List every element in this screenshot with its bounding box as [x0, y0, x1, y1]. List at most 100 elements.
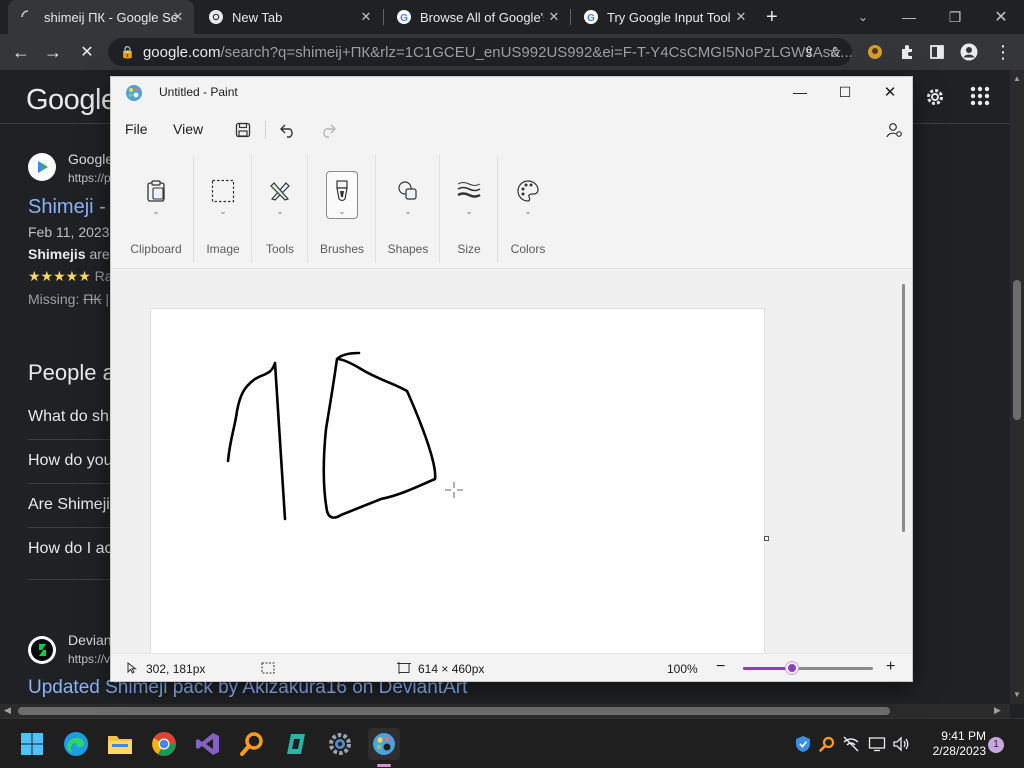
close-tab-icon[interactable]: ✕: [733, 9, 749, 25]
stop-loading-icon[interactable]: ✕: [74, 39, 100, 65]
display-icon[interactable]: [868, 735, 886, 753]
scrollbar-thumb[interactable]: [1013, 280, 1021, 420]
result-snippet: Shimejis are: [28, 246, 110, 262]
settings-taskbar-icon[interactable]: [324, 728, 356, 760]
back-arrow-icon[interactable]: ←: [8, 39, 34, 65]
chrome-taskbar-icon[interactable]: [148, 728, 180, 760]
tab-search-chevron-icon[interactable]: ⌄: [840, 0, 886, 34]
chevron-down-icon: ⌄: [219, 206, 227, 216]
notification-badge[interactable]: 1: [988, 737, 1004, 753]
page-horizontal-scrollbar[interactable]: ◀ ▶: [0, 704, 1010, 718]
zoom-slider[interactable]: [743, 662, 873, 674]
profile-icon[interactable]: [958, 41, 980, 63]
result-title-link[interactable]: Shimeji -: [28, 196, 106, 219]
file-explorer-icon[interactable]: [104, 728, 136, 760]
edge-browser-icon[interactable]: [60, 728, 92, 760]
ribbon-group-clipboard[interactable]: ⌄ Clipboard: [119, 149, 193, 261]
close-tab-icon[interactable]: ✕: [546, 9, 562, 25]
share-icon[interactable]: ⇪: [798, 41, 820, 63]
paint-window-title: Untitled - Paint: [159, 85, 238, 99]
close-window-icon[interactable]: ✕: [978, 0, 1024, 34]
menu-file[interactable]: File: [125, 121, 148, 137]
scroll-up-icon[interactable]: ▲: [1013, 74, 1021, 83]
minimize-icon[interactable]: —: [886, 0, 932, 34]
apps-grid-icon[interactable]: [970, 86, 990, 111]
paint-app-icon: [125, 84, 143, 102]
shapes-icon: [392, 175, 424, 207]
chrome-toolbar: ← → ✕ 🔒 google.com/search?q=shimeij+ПК&r…: [0, 34, 1024, 70]
account-settings-icon[interactable]: [883, 119, 905, 141]
scrollbar-thumb[interactable]: [18, 707, 890, 715]
tab-new-tab[interactable]: New Tab ✕: [196, 0, 382, 34]
network-disconnected-icon[interactable]: [842, 735, 860, 753]
close-tab-icon[interactable]: ✕: [358, 9, 374, 25]
google-logo[interactable]: Google: [26, 84, 117, 117]
ribbon-group-colors[interactable]: ⌄ Colors: [499, 149, 557, 261]
ribbon-group-size[interactable]: ⌄ Size: [441, 149, 497, 261]
side-panel-icon[interactable]: [926, 41, 948, 63]
save-icon[interactable]: [232, 119, 254, 141]
result-url[interactable]: https://p: [68, 171, 111, 185]
extension-avatar-icon[interactable]: [864, 41, 886, 63]
zoom-in-icon[interactable]: +: [886, 658, 895, 676]
missing-term: ПК: [83, 291, 102, 307]
tab-title: New Tab: [232, 9, 283, 25]
redo-icon[interactable]: [317, 119, 339, 141]
settings-gear-icon[interactable]: [924, 86, 946, 113]
green-app-icon[interactable]: [280, 728, 312, 760]
tab-browse-google[interactable]: G Browse All of Google's ✕: [384, 0, 570, 34]
zoom-slider-thumb[interactable]: [786, 662, 799, 674]
page-vertical-scrollbar[interactable]: ▲ ▼: [1010, 70, 1024, 704]
question-item[interactable]: How do I ac: [28, 540, 112, 558]
extensions-puzzle-icon[interactable]: [896, 41, 918, 63]
canvas-scrollbar[interactable]: [902, 284, 905, 532]
scroll-right-icon[interactable]: ▶: [994, 705, 1001, 716]
search-tray-icon[interactable]: [818, 735, 836, 753]
tab-input-tools[interactable]: G Try Google Input Tools ✕: [571, 0, 757, 34]
result-missing: Missing: ПК |: [28, 291, 109, 307]
question-item[interactable]: What do shi: [28, 408, 112, 426]
zoom-out-icon[interactable]: −: [716, 658, 725, 676]
chrome-menu-icon[interactable]: ⋮: [992, 41, 1014, 63]
tab-search-results[interactable]: shimeij ПК - Google Se ✕: [8, 0, 194, 34]
close-tab-icon[interactable]: ✕: [170, 9, 186, 25]
volume-icon[interactable]: [892, 735, 910, 753]
paint-taskbar-icon[interactable]: [368, 728, 400, 760]
pointer-icon: [127, 661, 137, 677]
ribbon-label: Brushes: [319, 242, 365, 256]
address-bar[interactable]: 🔒 google.com/search?q=shimeij+ПК&rlz=1C1…: [108, 38, 852, 66]
restore-icon[interactable]: ❐: [932, 0, 978, 34]
chrome-tab-strip: shimeij ПК - Google Se ✕ New Tab ✕ G Bro…: [0, 0, 1024, 34]
start-windows-icon[interactable]: [16, 728, 48, 760]
new-tab-button[interactable]: +: [762, 0, 792, 34]
select-rectangle-icon: [207, 175, 239, 207]
undo-icon[interactable]: [277, 119, 299, 141]
chevron-down-icon: ⌄: [465, 206, 473, 216]
bookmark-star-icon[interactable]: ☆: [824, 41, 846, 63]
system-clock[interactable]: 9:41 PM 2/28/2023: [922, 729, 986, 759]
paint-canvas[interactable]: [150, 308, 765, 653]
canvas-resize-handle[interactable]: [764, 536, 769, 541]
ribbon-label: Image: [206, 242, 240, 256]
ribbon-label: Colors: [510, 242, 546, 256]
maximize-icon[interactable]: ☐: [822, 77, 868, 107]
ribbon-group-brushes[interactable]: ⌄ Brushes: [309, 149, 375, 261]
result-url[interactable]: https://v: [68, 652, 110, 666]
close-icon[interactable]: ✕: [867, 77, 913, 107]
clipboard-icon: [140, 175, 172, 207]
ribbon-group-image[interactable]: ⌄ Image: [195, 149, 251, 261]
defender-shield-icon[interactable]: [794, 735, 812, 753]
ribbon-group-shapes[interactable]: ⌄ Shapes: [377, 149, 439, 261]
crosshair-cursor-icon: [445, 482, 463, 498]
scroll-left-icon[interactable]: ◀: [4, 705, 11, 716]
paint-title-bar[interactable]: Untitled - Paint — ☐ ✕: [111, 77, 912, 109]
visual-studio-icon[interactable]: [192, 728, 224, 760]
scroll-down-icon[interactable]: ▼: [1013, 690, 1021, 699]
forward-arrow-icon[interactable]: →: [40, 39, 66, 65]
search-magnifier-app-icon[interactable]: [236, 728, 268, 760]
question-item[interactable]: How do you: [28, 452, 113, 470]
minimize-icon[interactable]: —: [777, 77, 823, 107]
ribbon-group-tools[interactable]: ⌄ Tools: [253, 149, 307, 261]
question-item[interactable]: Are Shimeji: [28, 496, 110, 514]
menu-view[interactable]: View: [173, 121, 203, 137]
